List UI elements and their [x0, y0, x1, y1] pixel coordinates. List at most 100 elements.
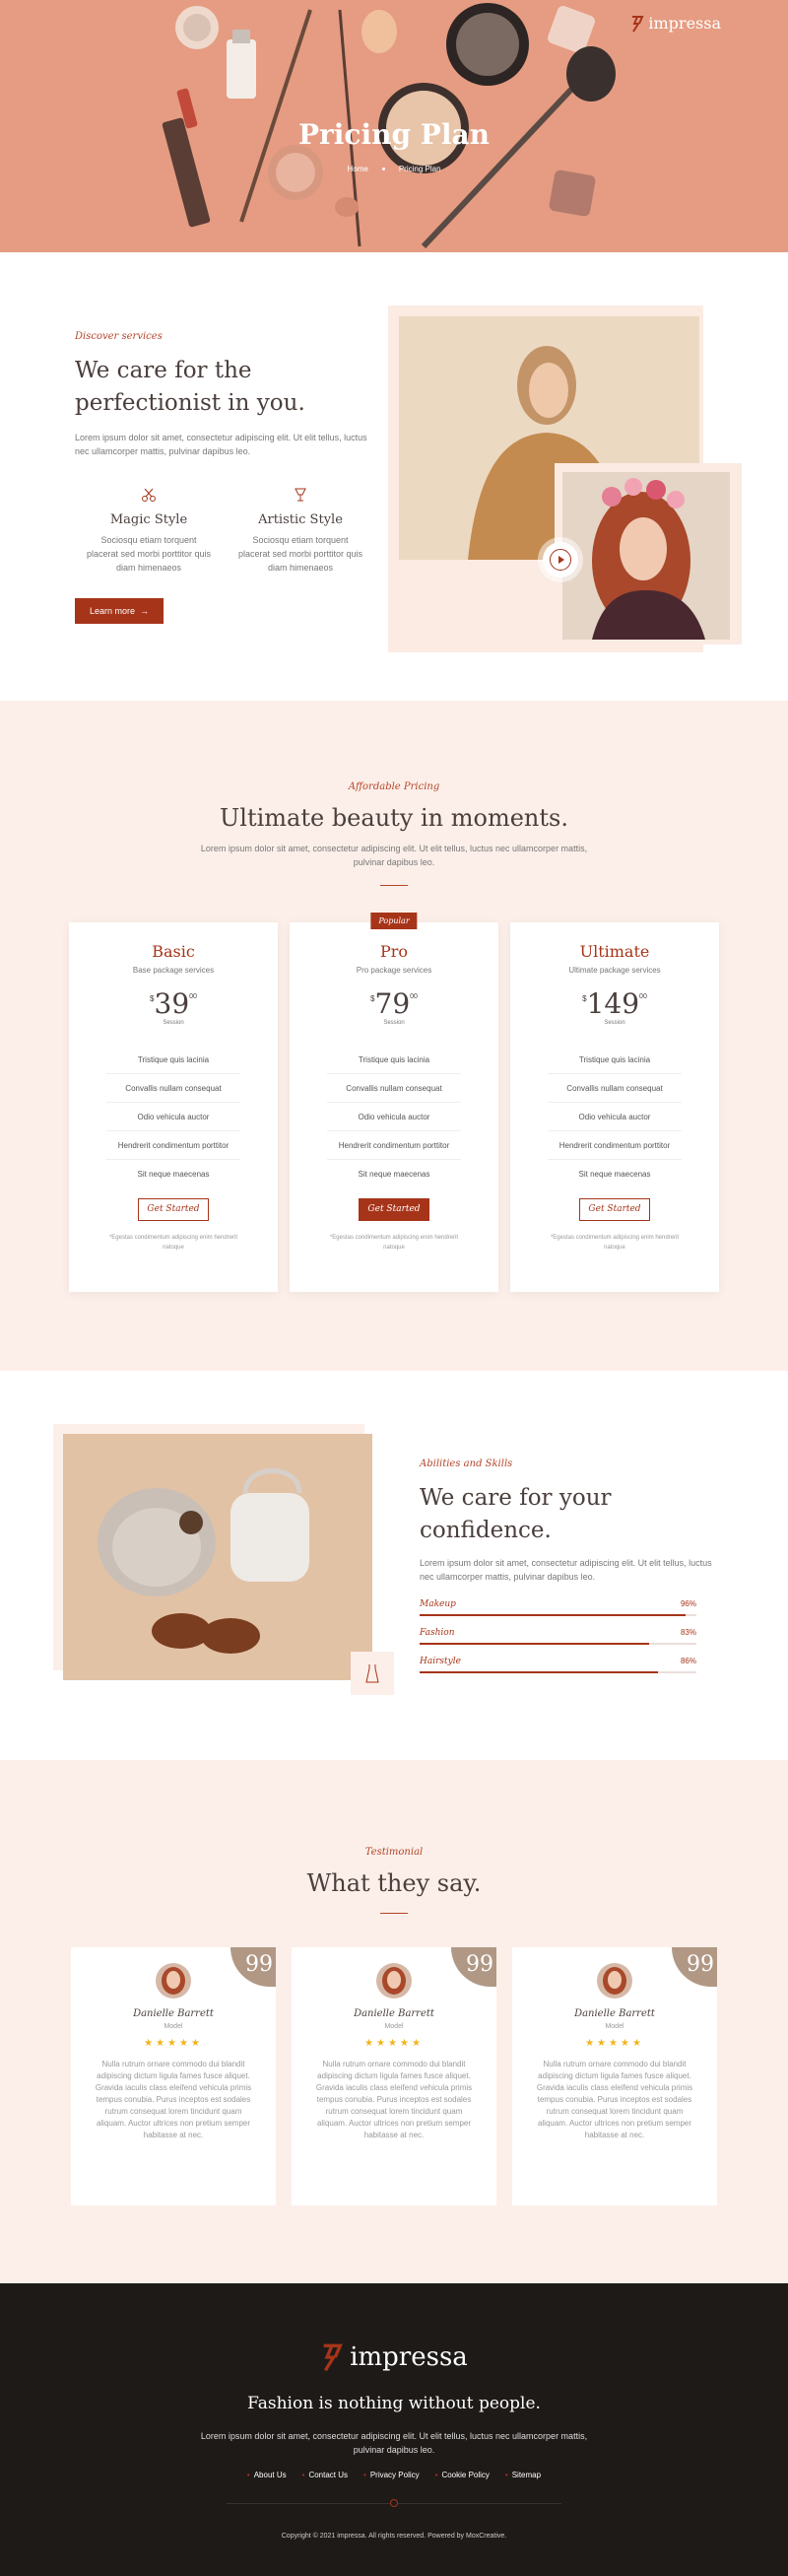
- price-cents: 00: [410, 993, 418, 1000]
- footer-link-label: Privacy Policy: [369, 2471, 420, 2479]
- testimonial-role: Model: [164, 2023, 183, 2030]
- plan-feature: Sit neque maecenas: [578, 1170, 651, 1179]
- skill-track: [420, 1671, 696, 1673]
- price-cents: 00: [189, 993, 197, 1000]
- price-period: Session: [604, 1020, 625, 1026]
- copyright: Copyright © 2021 impressa. All rights re…: [281, 2533, 507, 2540]
- plan-feature: Tristique quis lacinia: [106, 1046, 240, 1074]
- plan-card-ultimate: Ultimate Ultimate package services $ 149…: [510, 922, 719, 1292]
- feature-title: Artistic Style: [258, 512, 343, 527]
- footer-link-label: Sitemap: [511, 2471, 542, 2479]
- bullet-icon: •: [504, 2471, 508, 2479]
- get-started-button[interactable]: Get Started: [579, 1198, 650, 1221]
- skill-bar-makeup: Makeup 96%: [420, 1599, 696, 1616]
- plan-features: Tristique quis lacinia Convallis nullam …: [548, 1046, 682, 1188]
- get-started-button[interactable]: Get Started: [359, 1198, 429, 1221]
- skill-bar-fashion: Fashion 83%: [420, 1628, 696, 1645]
- skill-track: [420, 1614, 696, 1616]
- plan-feature: Sit neque maecenas: [358, 1170, 430, 1179]
- plan-name: Basic: [152, 942, 195, 961]
- breadcrumb: Home Pricing Plan: [0, 165, 788, 173]
- breadcrumb-current: Pricing Plan: [398, 165, 441, 173]
- plan-note: *Egestas condimentum adipiscing enim hen…: [329, 1235, 459, 1251]
- footer-link-cookie[interactable]: • Cookie Policy: [435, 2471, 490, 2479]
- scissors-icon: [142, 488, 156, 502]
- site-footer: impressa Fashion is nothing without peop…: [0, 2283, 788, 2576]
- get-started-button[interactable]: Get Started: [138, 1198, 209, 1221]
- plan-price: $ 149 00: [510, 990, 719, 1018]
- dress-icon: [351, 1652, 394, 1695]
- breadcrumb-home-link[interactable]: Home: [347, 165, 367, 173]
- plan-features: Tristique quis lacinia Convallis nullam …: [327, 1046, 461, 1188]
- testimonial-text: Nulla rutrum ornare commodo dui blandit …: [95, 2060, 252, 2139]
- footer-links: • About Us • Contact Us • Privacy Policy • C…: [0, 2471, 788, 2479]
- bullet-icon: •: [363, 2471, 366, 2479]
- rating-stars-icon: ★★★★★: [144, 2038, 203, 2049]
- quote-icon: 99: [672, 1947, 717, 1987]
- skill-fill: [420, 1671, 658, 1673]
- brand-name: impressa: [648, 14, 721, 33]
- plan-note: *Egestas condimentum adipiscing enim hen…: [108, 1235, 238, 1251]
- feature-text: Sociosqu etiam torquent placerat sed mor…: [237, 535, 363, 573]
- divider: [380, 885, 408, 886]
- skills-tag: Abilities and Skills: [420, 1458, 513, 1469]
- skill-bar-hairstyle: Hairstyle 86%: [420, 1657, 696, 1673]
- footer-link-privacy[interactable]: • Privacy Policy: [363, 2471, 420, 2479]
- plan-card-basic: Basic Base package services $ 39 00 Sess…: [69, 922, 278, 1292]
- bullet-icon: •: [301, 2471, 305, 2479]
- plan-feature: Convallis nullam consequat: [327, 1074, 461, 1103]
- rating-stars-icon: ★★★★★: [364, 2038, 424, 2049]
- footer-link-label: Contact Us: [308, 2471, 349, 2479]
- plan-subtitle: Base package services: [132, 966, 215, 975]
- fashion-flatlay-image: [63, 1434, 372, 1680]
- services-section: Discover services We care for the perfec…: [0, 252, 788, 701]
- footer-logo[interactable]: impressa: [0, 2342, 788, 2372]
- avatar: [597, 1963, 632, 1999]
- logo-mark-icon: [323, 2343, 344, 2372]
- plan-note: *Egestas condimentum adipiscing enim hen…: [550, 1235, 680, 1251]
- divider-ornament-icon: [390, 2499, 398, 2507]
- play-icon: [550, 549, 571, 571]
- testimonials-header: Testimonial What they say.: [0, 1847, 788, 1914]
- testimonials-tag: Testimonial: [364, 1847, 424, 1858]
- bullet-icon: •: [246, 2471, 250, 2479]
- page-title: Pricing Plan: [297, 118, 490, 151]
- footer-link-contact[interactable]: • Contact Us: [302, 2471, 348, 2479]
- footer-link-label: About Us: [253, 2471, 287, 2479]
- pricing-header: Affordable Pricing Ultimate beauty in mo…: [0, 781, 788, 886]
- quote-icon: 99: [230, 1947, 276, 1987]
- footer-link-sitemap[interactable]: • Sitemap: [505, 2471, 541, 2479]
- footer-link-about[interactable]: • About Us: [247, 2471, 287, 2479]
- testimonial-text: Nulla rutrum ornare commodo dui blandit …: [315, 2060, 473, 2139]
- skill-label: Hairstyle: [420, 1657, 461, 1666]
- logo-mark-icon: [632, 15, 644, 33]
- services-title: We care for the perfectionist in you.: [75, 358, 305, 416]
- plan-price: $ 79 00: [290, 990, 498, 1018]
- brand-name: impressa: [350, 2342, 468, 2372]
- plan-feature: Tristique quis lacinia: [327, 1046, 461, 1074]
- goblet-icon: [295, 488, 306, 502]
- skill-fill: [420, 1614, 686, 1616]
- plan-feature: Odio vehicula auctor: [327, 1103, 461, 1131]
- feature-text: Sociosqu etiam torquent placerat sed mor…: [86, 535, 212, 573]
- testimonial-text: Nulla rutrum ornare commodo dui blandit …: [536, 2060, 693, 2139]
- price-amount: 79: [374, 987, 411, 1020]
- learn-more-button[interactable]: Learn more →: [75, 598, 164, 624]
- woman-with-flower-crown-image: [562, 472, 730, 640]
- footer-tagline: Fashion is nothing without people.: [247, 2394, 541, 2413]
- skill-percent: 86%: [680, 1657, 696, 1665]
- price-amount: 39: [154, 987, 190, 1020]
- services-intro: Lorem ipsum dolor sit amet, consectetur …: [75, 433, 367, 456]
- plan-feature: Convallis nullam consequat: [106, 1074, 240, 1103]
- bullet-icon: •: [434, 2471, 438, 2479]
- plan-name: Pro: [379, 942, 409, 961]
- arrow-right-icon: →: [140, 606, 150, 616]
- skill-label: Makeup: [420, 1599, 456, 1609]
- services-tag: Discover services: [75, 331, 163, 342]
- play-video-button[interactable]: [543, 542, 578, 577]
- brand-logo[interactable]: impressa: [630, 14, 721, 33]
- plan-name: Ultimate: [579, 942, 650, 961]
- price-period: Session: [163, 1020, 184, 1026]
- skills-intro: Lorem ipsum dolor sit amet, consectetur …: [420, 1558, 712, 1582]
- divider: [380, 1913, 408, 1914]
